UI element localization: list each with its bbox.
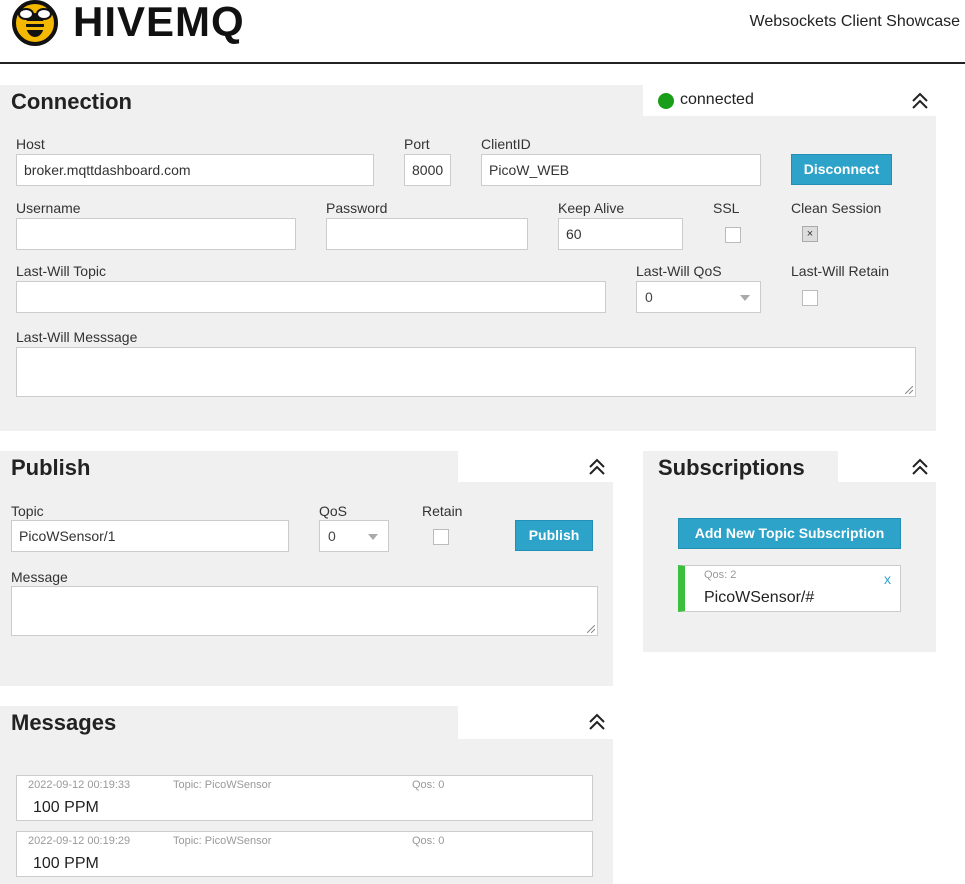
lwt-message-label: Last-Will Messsage — [16, 329, 138, 345]
app-header: HIVEMQ Websockets Client Showcase — [0, 0, 965, 64]
username-input[interactable] — [16, 218, 296, 250]
subscriptions-title: Subscriptions — [658, 455, 805, 480]
publish-qos-value: 0 — [328, 528, 336, 544]
bee-logo-icon — [12, 0, 58, 46]
connection-title: Connection — [11, 89, 132, 114]
clientid-label: ClientID — [481, 136, 531, 152]
message-item[interactable]: 2022-09-12 00:19:29 Topic: PicoWSensor Q… — [16, 831, 593, 877]
publish-qos-select[interactable]: 0 — [319, 520, 389, 552]
resize-handle-icon[interactable] — [905, 386, 913, 394]
publish-message-label: Message — [11, 569, 68, 585]
message-payload: 100 PPM — [33, 799, 99, 816]
subscription-item[interactable]: Qos: 2 x PicoWSensor/# — [678, 565, 901, 612]
message-payload: 100 PPM — [33, 855, 99, 872]
clean-session-checkbox[interactable]: × — [802, 226, 818, 242]
double-chevron-up-icon[interactable] — [911, 457, 929, 477]
double-chevron-up-icon[interactable] — [911, 91, 929, 111]
subscriptions-panel: Subscriptions Add New Topic Subscription — [643, 451, 936, 652]
subscription-topic: PicoWSensor/# — [704, 589, 815, 606]
lwt-topic-input[interactable] — [16, 281, 606, 313]
message-item[interactable]: 2022-09-12 00:19:33 Topic: PicoWSensor Q… — [16, 775, 593, 821]
messages-title: Messages — [11, 710, 117, 735]
publish-button[interactable]: Publish — [515, 520, 593, 551]
publish-retain-checkbox[interactable] — [433, 529, 449, 545]
username-label: Username — [16, 200, 81, 216]
chevron-down-icon — [740, 295, 750, 301]
publish-retain-label: Retain — [422, 503, 463, 519]
publish-header-tab — [458, 451, 613, 482]
message-topic: Topic: PicoWSensor — [173, 779, 272, 791]
message-topic: Topic: PicoWSensor — [173, 835, 272, 847]
publish-topic-label: Topic — [11, 503, 44, 519]
keepalive-input[interactable]: 60 — [558, 218, 683, 250]
publish-panel: Publish Topic PicoWSensor/1 QoS 0 Retain… — [0, 451, 613, 686]
lwt-topic-label: Last-Will Topic — [16, 263, 106, 279]
connection-status-tab: connected — [643, 85, 936, 116]
disconnect-button[interactable]: Disconnect — [791, 154, 892, 185]
subscription-remove-button[interactable]: x — [884, 571, 891, 587]
publish-topic-input[interactable]: PicoWSensor/1 — [11, 520, 289, 552]
ssl-checkbox[interactable] — [725, 227, 741, 243]
lwt-retain-checkbox[interactable] — [802, 290, 818, 306]
green-dot-icon — [658, 93, 674, 109]
header-subtitle: Websockets Client Showcase — [749, 13, 960, 30]
subscriptions-header-tab — [838, 451, 936, 482]
publish-title: Publish — [11, 455, 91, 480]
lwt-qos-label: Last-Will QoS — [636, 263, 722, 279]
double-chevron-up-icon[interactable] — [588, 457, 606, 477]
host-input[interactable]: broker.mqttdashboard.com — [16, 154, 374, 186]
connection-status: connected — [680, 91, 754, 108]
add-subscription-button[interactable]: Add New Topic Subscription — [678, 518, 901, 549]
password-label: Password — [326, 200, 388, 216]
host-label: Host — [16, 136, 45, 152]
clientid-input[interactable]: PicoW_WEB — [481, 154, 761, 186]
lwt-retain-label: Last-Will Retain — [791, 263, 890, 279]
clean-session-label: Clean Session — [791, 200, 882, 216]
messages-header-tab — [458, 706, 613, 739]
password-input[interactable] — [326, 218, 528, 250]
port-input[interactable]: 8000 — [404, 154, 451, 186]
lwt-message-textarea[interactable] — [16, 347, 916, 397]
double-chevron-up-icon[interactable] — [588, 712, 606, 732]
message-qos: Qos: 0 — [412, 835, 445, 847]
resize-handle-icon[interactable] — [587, 625, 595, 633]
ssl-label: SSL — [713, 200, 740, 216]
chevron-down-icon — [368, 534, 378, 540]
subscription-qos: Qos: 2 — [704, 569, 737, 581]
message-time: 2022-09-12 00:19:33 — [28, 779, 131, 791]
keepalive-label: Keep Alive — [558, 200, 625, 216]
lwt-qos-select[interactable]: 0 — [636, 281, 761, 313]
publish-message-textarea[interactable] — [11, 586, 598, 636]
port-label: Port — [404, 136, 430, 152]
message-time: 2022-09-12 00:19:29 — [28, 835, 131, 847]
lwt-qos-value: 0 — [645, 289, 653, 305]
connection-panel: Connection connected Host broker.mqttdas… — [0, 85, 936, 431]
message-qos: Qos: 0 — [412, 779, 445, 791]
brand-name: HIVEMQ — [73, 0, 245, 45]
publish-qos-label: QoS — [319, 503, 348, 519]
